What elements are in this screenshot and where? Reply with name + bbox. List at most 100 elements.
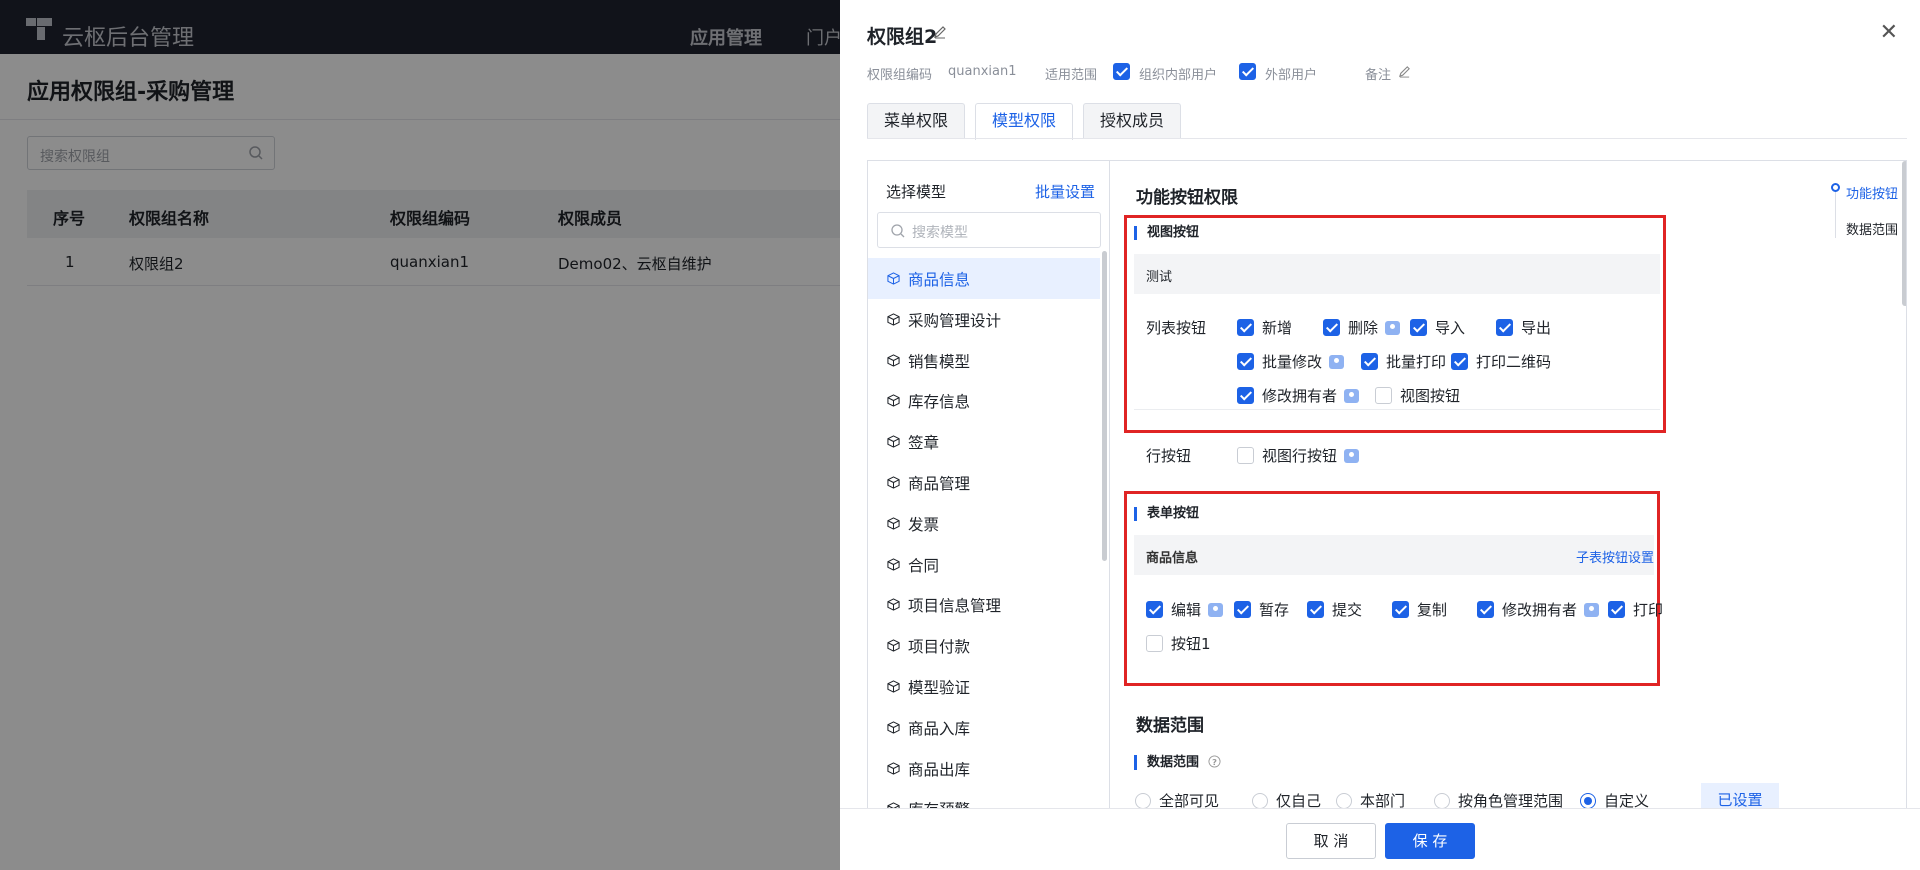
permission-checkbox-item[interactable]: 批量修改 [1237, 351, 1345, 372]
checkbox[interactable] [1237, 353, 1254, 370]
checkbox[interactable] [1237, 319, 1254, 336]
subtable-button-settings-link[interactable]: 子表按钮设置 [1576, 547, 1654, 566]
permission-checkbox-item[interactable]: 修改拥有者 [1237, 385, 1360, 406]
edit-title-icon[interactable] [933, 25, 947, 39]
model-item-label: 项目付款 [908, 638, 971, 657]
model-cube-icon [887, 598, 900, 612]
checkbox-label: 打印二维码 [1476, 353, 1552, 371]
permission-checkbox-item[interactable]: 暂存 [1234, 599, 1289, 620]
model-item[interactable]: 合同 [868, 544, 1100, 585]
checkbox[interactable] [1451, 353, 1468, 370]
scope-external-label: 外部用户 [1265, 68, 1318, 83]
save-button[interactable]: 保 存 [1385, 823, 1475, 859]
checkbox-label: 按钮1 [1171, 635, 1211, 653]
radio-circle[interactable] [1252, 793, 1268, 809]
radio-circle[interactable] [1434, 793, 1450, 809]
permission-checkbox-item[interactable]: 打印 [1608, 599, 1663, 620]
checkbox[interactable] [1375, 387, 1392, 404]
info-tip-icon[interactable] [1584, 603, 1600, 617]
permission-checkbox-item[interactable]: 批量打印 [1361, 351, 1446, 372]
data-scope-radio[interactable]: 仅自己 [1252, 790, 1321, 810]
model-item[interactable]: 库存信息 [868, 380, 1100, 421]
checkbox[interactable] [1496, 319, 1513, 336]
checkbox[interactable] [1237, 447, 1254, 464]
checkbox[interactable] [1410, 319, 1427, 336]
checkbox-label: 视图按钮 [1400, 387, 1461, 405]
data-scope-radio[interactable]: 自定义 [1580, 790, 1649, 810]
checkbox[interactable] [1307, 601, 1324, 618]
batch-settings-link[interactable]: 批量设置 [1035, 181, 1095, 202]
checkbox-label: 复制 [1417, 601, 1448, 619]
checkbox-label: 批量修改 [1262, 353, 1323, 371]
permission-checkbox-item[interactable]: 编辑 [1146, 599, 1224, 620]
data-scope-radio[interactable]: 本部门 [1336, 790, 1405, 810]
checkbox-label: 提交 [1332, 601, 1363, 619]
info-tip-icon[interactable] [1385, 321, 1401, 335]
permission-checkbox-item[interactable]: 修改拥有者 [1477, 599, 1600, 620]
already-set-button[interactable]: 已设置 [1701, 783, 1779, 810]
checkbox[interactable] [1146, 601, 1163, 618]
checkbox[interactable] [1608, 601, 1625, 618]
checkbox[interactable] [1146, 635, 1163, 652]
model-item[interactable]: 发票 [868, 503, 1100, 544]
data-scope-radio[interactable]: 按角色管理范围 [1434, 790, 1563, 810]
info-tip-icon[interactable] [1329, 355, 1345, 369]
form-buttons-title: 表单按钮 [1134, 507, 1199, 521]
checkbox-label: 编辑 [1171, 601, 1202, 619]
close-icon[interactable]: ✕ [1880, 22, 1898, 44]
model-item[interactable]: 签章 [868, 421, 1100, 462]
tab-model-permission[interactable]: 模型权限 [975, 103, 1073, 140]
model-list-scrollbar[interactable] [1102, 251, 1107, 561]
anchor-data-scope[interactable]: 数据范围 [1846, 219, 1898, 238]
permission-checkbox-item[interactable]: 新增 [1237, 317, 1292, 338]
model-item[interactable]: 商品管理 [868, 462, 1100, 503]
permission-checkbox-item[interactable]: 导出 [1496, 317, 1551, 338]
model-cube-icon [887, 721, 900, 734]
model-item[interactable]: 采购管理设计 [868, 299, 1100, 340]
permission-checkbox-item[interactable]: 按钮1 [1146, 633, 1211, 654]
checkbox[interactable] [1477, 601, 1494, 618]
drawer-footer: 取 消 保 存 [840, 808, 1920, 870]
data-scope-radio[interactable]: 全部可见 [1135, 790, 1219, 810]
radio-circle[interactable] [1336, 793, 1352, 809]
model-item-label: 商品入库 [908, 719, 971, 738]
permission-checkbox-item[interactable]: 视图行按钮 [1237, 445, 1360, 466]
checkbox[interactable] [1234, 601, 1251, 618]
model-item[interactable]: 商品出库 [868, 748, 1100, 789]
checkbox[interactable] [1361, 353, 1378, 370]
help-icon[interactable]: ? [1208, 755, 1221, 768]
scope-internal-checkbox[interactable] [1113, 63, 1130, 80]
permission-checkbox-item[interactable]: 导入 [1410, 317, 1465, 338]
radio-circle[interactable] [1580, 793, 1596, 809]
radio-circle[interactable] [1135, 793, 1151, 809]
permission-checkbox-item[interactable]: 提交 [1307, 599, 1362, 620]
cancel-button[interactable]: 取 消 [1286, 823, 1376, 859]
permission-checkbox-item[interactable]: 视图按钮 [1375, 385, 1460, 406]
model-item[interactable]: 模型验证 [868, 666, 1100, 707]
permission-checkbox-item[interactable]: 删除 [1323, 317, 1401, 338]
checkbox[interactable] [1392, 601, 1409, 618]
tab-authorized-members[interactable]: 授权成员 [1083, 103, 1181, 138]
info-tip-icon[interactable] [1344, 389, 1360, 403]
edit-remark-icon[interactable] [1398, 65, 1411, 78]
permission-checkbox-item[interactable]: 复制 [1392, 599, 1447, 620]
permission-checkbox-item[interactable]: 打印二维码 [1451, 351, 1551, 372]
detail-scrollbar[interactable] [1902, 161, 1906, 306]
view-buttons-title: 视图按钮 [1134, 226, 1199, 240]
model-item[interactable]: 库存预警 [868, 788, 1100, 810]
model-item[interactable]: 销售模型 [868, 340, 1100, 381]
checkbox[interactable] [1237, 387, 1254, 404]
model-item[interactable]: 项目信息管理 [868, 584, 1100, 625]
model-item[interactable]: 项目付款 [868, 625, 1100, 666]
scope-external-checkbox[interactable] [1239, 63, 1256, 80]
model-item[interactable]: 商品入库 [868, 707, 1100, 748]
model-search-input[interactable]: 搜索模型 [877, 212, 1101, 248]
info-tip-icon[interactable] [1344, 449, 1360, 463]
data-scope-section-label: 数据范围 [1147, 755, 1200, 770]
checkbox[interactable] [1323, 319, 1340, 336]
info-tip-icon[interactable] [1208, 603, 1224, 617]
anchor-function-buttons[interactable]: 功能按钮 [1846, 183, 1898, 202]
model-item[interactable]: 商品信息 [868, 258, 1100, 299]
checkbox-label: 新增 [1262, 319, 1293, 337]
tab-menu-permission[interactable]: 菜单权限 [867, 103, 965, 138]
